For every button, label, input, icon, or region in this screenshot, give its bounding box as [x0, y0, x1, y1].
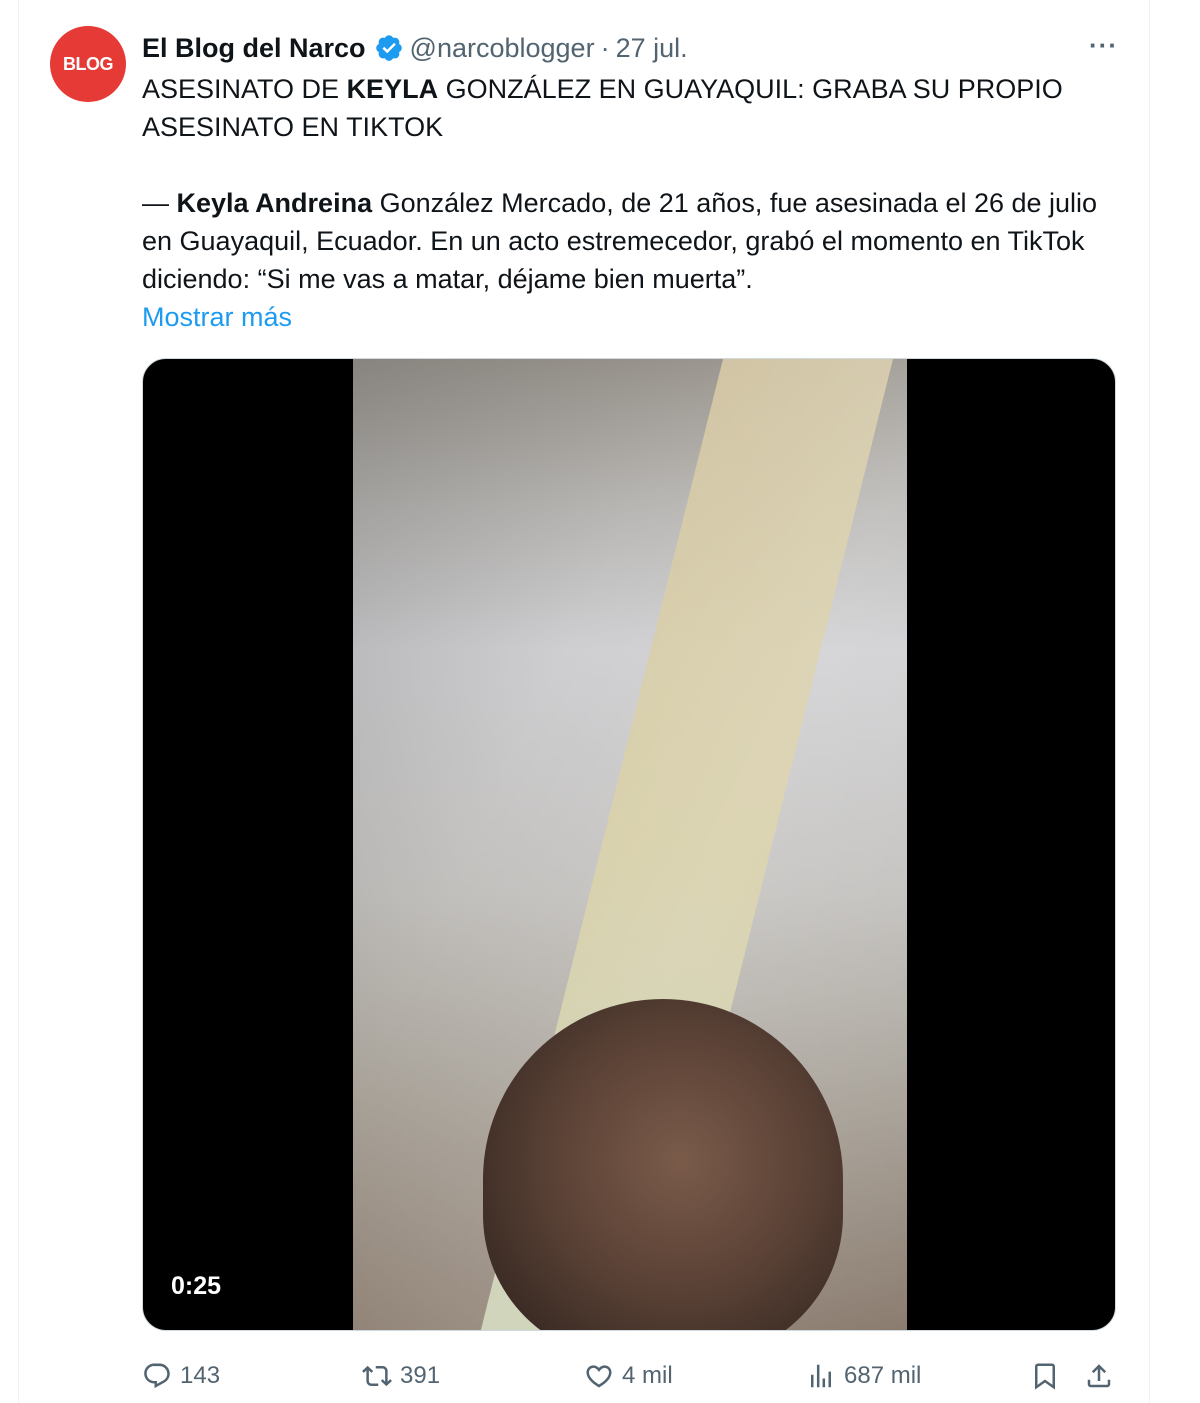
reply-button[interactable]: 143	[142, 1361, 220, 1391]
video-duration: 0:25	[171, 1272, 222, 1300]
headline-part1: ASESINATO DE	[142, 74, 347, 104]
views-chart-icon	[811, 1364, 831, 1388]
retweet-icon	[362, 1365, 392, 1387]
tweet-timestamp[interactable]: 27 jul.	[616, 33, 688, 64]
author-handle[interactable]: @narcoblogger	[410, 33, 595, 64]
like-button[interactable]: 4 mil	[584, 1361, 673, 1391]
views-count: 687 mil	[844, 1362, 922, 1389]
tweet-header: El Blog del Narco @narcoblogger · 27 jul…	[142, 28, 688, 68]
views-button[interactable]: 687 mil	[806, 1361, 921, 1391]
headline-bold: KEYLA	[346, 74, 439, 104]
avatar[interactable]: BLOG	[50, 26, 126, 102]
separator-dot: ·	[600, 32, 610, 63]
verified-badge-icon	[375, 35, 402, 61]
reply-count: 143	[180, 1362, 221, 1389]
retweet-button[interactable]: 391	[362, 1361, 440, 1391]
more-horizontal-icon[interactable]: ···	[1089, 30, 1118, 61]
body-bold: Keyla Andreina	[176, 188, 373, 218]
heart-icon	[586, 1365, 612, 1388]
share-button[interactable]	[1084, 1361, 1114, 1391]
tweet-body: — Keyla Andreina González Mercado, de 21…	[142, 184, 1132, 298]
share-upload-icon	[1087, 1364, 1111, 1388]
reply-icon	[144, 1363, 170, 1389]
tweet-text: ASESINATO DE KEYLA GONZÁLEZ EN GUAYAQUIL…	[142, 70, 1132, 336]
retweet-count: 391	[400, 1362, 441, 1389]
video-player[interactable]: 0:25	[142, 358, 1116, 1331]
show-more-link[interactable]: Mostrar más	[142, 302, 292, 332]
body-dash: —	[142, 188, 177, 218]
tweet-headline: ASESINATO DE KEYLA GONZÁLEZ EN GUAYAQUIL…	[142, 70, 1132, 146]
video-frame[interactable]	[353, 359, 907, 1330]
action-bar: 143 391 4 mil 687 mil	[142, 1358, 1116, 1394]
bookmark-icon	[1035, 1363, 1055, 1390]
like-count: 4 mil	[622, 1362, 673, 1389]
avatar-logo-text: BLOG	[63, 54, 114, 74]
author-name[interactable]: El Blog del Narco	[142, 33, 366, 64]
bookmark-button[interactable]	[1030, 1361, 1060, 1391]
